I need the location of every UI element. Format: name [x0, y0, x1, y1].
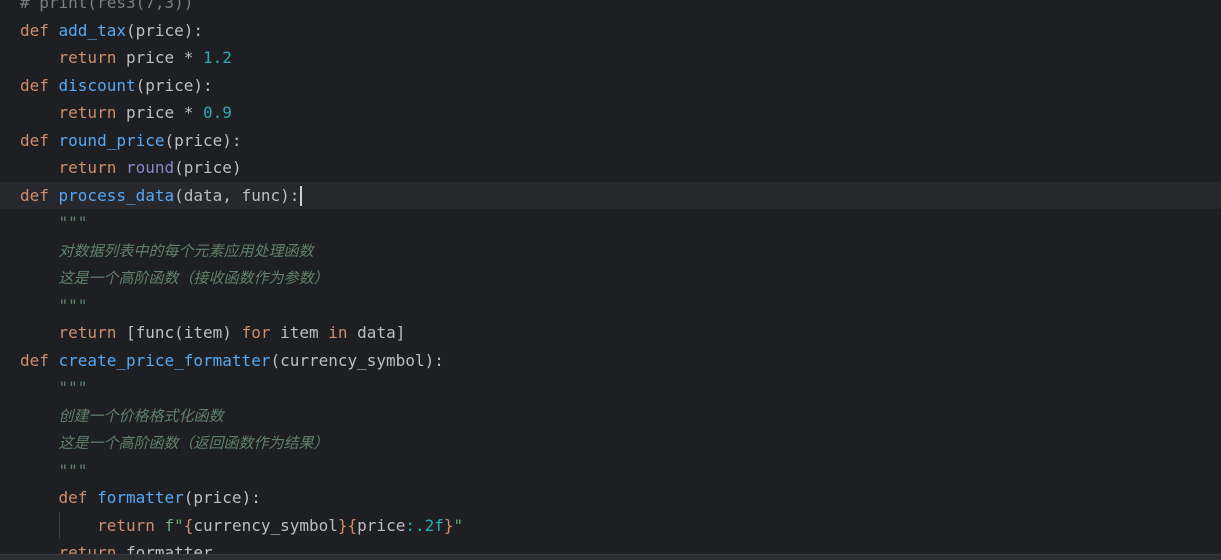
code-token: return: [58, 103, 126, 122]
code-line[interactable]: """: [0, 292, 1221, 320]
code-line[interactable]: return [func(item) for item in data]: [0, 319, 1221, 347]
code-token: 这是一个高阶函数（返回函数作为结果）: [58, 434, 329, 452]
code-token: 这是一个高阶函数（接收函数作为参数）: [58, 269, 329, 287]
code-token: return: [58, 158, 126, 177]
code-token: for: [241, 323, 281, 342]
code-line[interactable]: # print(res3(7,3)): [0, 0, 1221, 17]
code-token: 1.2: [203, 48, 232, 67]
code-line[interactable]: return price * 1.2: [0, 44, 1221, 72]
code-token: """: [58, 213, 88, 232]
horizontal-scrollbar[interactable]: [0, 554, 1221, 560]
code-token: round_price: [58, 130, 165, 150]
code-token: [func(item): [125, 323, 242, 342]
code-token: create_price_formatter: [58, 350, 271, 370]
code-token: return: [58, 48, 126, 67]
code-token: (price):: [164, 130, 242, 150]
code-area[interactable]: # print(res3(7,3)) def add_tax(price): re…: [0, 0, 1221, 560]
code-token: return: [97, 515, 165, 535]
indent-guide: [59, 511, 60, 539]
code-token: def: [58, 488, 98, 507]
code-token: (price):: [183, 488, 261, 507]
code-token: data]: [357, 323, 406, 342]
code-token: round: [125, 158, 175, 177]
code-token: discount: [58, 75, 136, 95]
code-token: :.2f: [405, 515, 444, 535]
code-line[interactable]: """: [0, 374, 1221, 402]
code-token: (price): [174, 158, 242, 177]
code-line[interactable]: return round(price): [0, 154, 1221, 182]
code-token: def: [20, 185, 59, 205]
code-token: # print(res3(7,3)): [20, 0, 194, 12]
code-token: (price):: [125, 20, 204, 40]
code-token: in: [328, 323, 358, 342]
code-token: def: [20, 20, 59, 40]
code-token: add_tax: [58, 20, 126, 40]
code-line[interactable]: def discount(price):: [0, 72, 1221, 100]
code-line[interactable]: return f"{currency_symbol}{price:.2f}": [0, 511, 1221, 539]
code-token: return: [58, 323, 126, 342]
code-token: item: [280, 323, 329, 342]
code-token: formatter: [97, 488, 184, 507]
code-line[interactable]: 对数据列表中的每个元素应用处理函数: [0, 237, 1221, 265]
code-token: (currency_symbol):: [270, 350, 444, 370]
code-line[interactable]: def create_price_formatter(currency_symb…: [0, 347, 1221, 375]
code-token: 0.9: [203, 103, 232, 122]
code-line[interactable]: 这是一个高阶函数（接收函数作为参数）: [0, 264, 1221, 292]
code-token: def: [20, 130, 59, 150]
code-token: 对数据列表中的每个元素应用处理函数: [58, 241, 314, 260]
code-token: price *: [125, 48, 204, 67]
code-token: }{: [337, 515, 358, 535]
code-token: f": [164, 515, 184, 535]
code-token: (price):: [135, 75, 213, 95]
code-editor[interactable]: # print(res3(7,3)) def add_tax(price): re…: [0, 0, 1221, 560]
code-line[interactable]: return price * 0.9: [0, 99, 1221, 127]
code-line[interactable]: 这是一个高阶函数（返回函数作为结果）: [0, 429, 1221, 457]
code-token: price *: [125, 103, 204, 122]
code-token: 创建一个价格格式化函数: [58, 406, 224, 425]
code-line[interactable]: def round_price(price):: [0, 127, 1221, 155]
code-token: """: [58, 460, 88, 480]
code-line[interactable]: def add_tax(price):: [0, 17, 1221, 45]
code-line[interactable]: """: [0, 457, 1221, 485]
code-token: }: [443, 515, 454, 535]
code-token: {: [183, 515, 194, 535]
code-token: def: [20, 75, 59, 95]
code-line[interactable]: 创建一个价格格式化函数: [0, 402, 1221, 430]
code-token: price: [357, 515, 406, 535]
code-token: (data, func):: [174, 185, 300, 205]
code-token: def: [20, 350, 59, 370]
code-line[interactable]: def process_data(data, func):: [0, 181, 1221, 209]
code-token: currency_symbol: [193, 515, 338, 535]
code-token: ": [453, 515, 464, 535]
code-token: """: [58, 378, 88, 397]
code-line[interactable]: """: [0, 209, 1221, 237]
code-line[interactable]: def formatter(price):: [0, 484, 1221, 512]
text-caret: [300, 186, 303, 206]
code-token: process_data: [58, 185, 175, 205]
code-token: """: [58, 295, 88, 315]
